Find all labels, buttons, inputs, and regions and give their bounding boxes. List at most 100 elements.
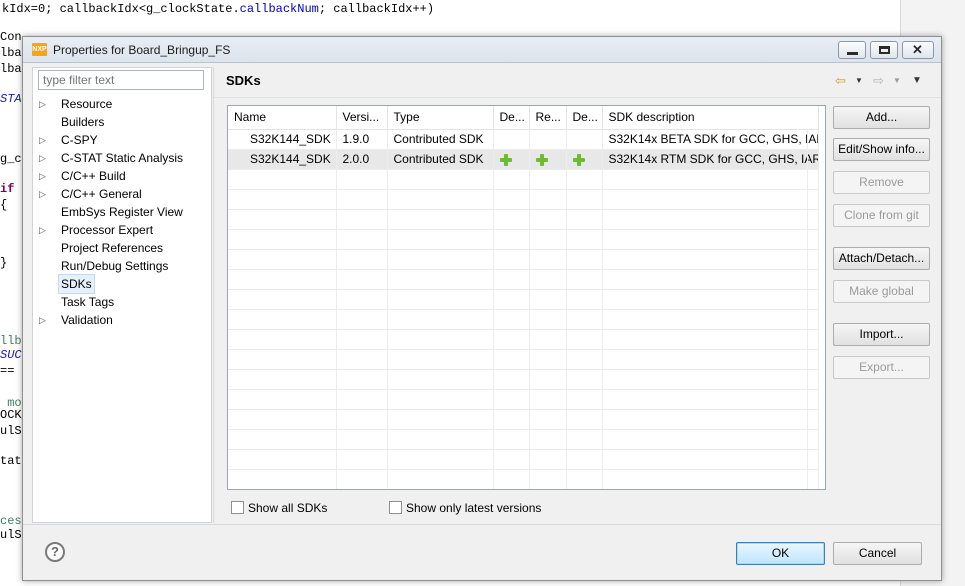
empty-cell: [529, 169, 567, 190]
column-header[interactable]: De...: [493, 106, 530, 130]
empty-cell: [387, 449, 494, 470]
back-dropdown-icon[interactable]: ▼: [855, 73, 863, 89]
empty-cell: [493, 329, 530, 350]
make-global-button[interactable]: Make global: [833, 280, 930, 303]
empty-cell: [602, 229, 819, 250]
remove-button[interactable]: Remove: [833, 171, 930, 194]
expand-arrow-icon[interactable]: ▷: [39, 95, 49, 113]
column-header[interactable]: De...: [566, 106, 603, 130]
page-title: SDKs: [226, 73, 261, 88]
tree-item-label: Resource: [61, 97, 113, 111]
maximize-button[interactable]: [870, 41, 898, 59]
empty-cell: [336, 409, 388, 430]
sdk-flag-cell: [529, 129, 567, 150]
empty-cell: [387, 169, 494, 190]
empty-cell: [602, 329, 819, 350]
empty-cell: [493, 349, 530, 370]
expand-arrow-icon[interactable]: ▷: [39, 221, 49, 239]
expand-arrow-icon[interactable]: ▷: [39, 311, 49, 329]
ok-button[interactable]: OK: [736, 542, 825, 565]
empty-cell: [602, 309, 819, 330]
sdk-type-cell: Contributed SDK: [387, 149, 494, 170]
empty-cell: [336, 369, 388, 390]
empty-cell: [387, 209, 494, 230]
empty-cell: [336, 329, 388, 350]
empty-cell: [228, 349, 337, 370]
checkbox-box[interactable]: [231, 501, 244, 514]
checkbox-box[interactable]: [389, 501, 402, 514]
close-icon: ✕: [912, 42, 923, 57]
empty-cell: [228, 289, 337, 310]
column-header[interactable]: Name: [228, 106, 337, 130]
expand-arrow-icon[interactable]: ▷: [39, 185, 49, 203]
empty-cell: [602, 249, 819, 270]
empty-cell: [387, 389, 494, 410]
expand-arrow-icon[interactable]: ▷: [39, 131, 49, 149]
empty-table-row: [228, 189, 819, 210]
sdk-name-cell: S32K144_SDK: [228, 149, 337, 170]
empty-table-row: [228, 449, 819, 470]
edit-show-info-button[interactable]: Edit/Show info...: [833, 138, 930, 161]
empty-cell: [529, 189, 567, 210]
code-field: callbackNum: [239, 2, 319, 16]
plus-icon[interactable]: [499, 153, 512, 166]
import-button[interactable]: Import...: [833, 323, 930, 346]
empty-cell: [566, 309, 603, 330]
forward-arrow-icon[interactable]: ⇨: [873, 73, 884, 89]
empty-cell: [529, 429, 567, 450]
clone-from-git-button[interactable]: Clone from git: [833, 204, 930, 227]
column-header[interactable]: SDK description: [602, 106, 819, 130]
tree-item-label: SDKs: [58, 274, 95, 294]
help-icon[interactable]: ?: [45, 542, 65, 562]
plus-icon[interactable]: [572, 153, 585, 166]
empty-cell: [228, 409, 337, 430]
minimize-icon: [847, 52, 858, 55]
column-header[interactable]: Type: [387, 106, 494, 130]
forward-dropdown-icon[interactable]: ▼: [893, 73, 901, 89]
empty-table-row: [228, 369, 819, 390]
view-menu-icon[interactable]: ▼: [912, 73, 922, 89]
table-row[interactable]: S32K144_SDK 2.0.0 Contributed SDK S32K14x R…: [228, 149, 819, 170]
empty-cell: [602, 169, 819, 190]
empty-cell: [493, 209, 530, 230]
empty-table-row: [228, 329, 819, 350]
empty-cell: [387, 289, 494, 310]
empty-cell: [387, 249, 494, 270]
column-header[interactable]: Versi...: [336, 106, 388, 130]
empty-cell: [602, 289, 819, 310]
table-row[interactable]: S32K144_SDK 1.9.0 Contributed SDK S32K14x B…: [228, 129, 819, 150]
empty-cell: [387, 229, 494, 250]
code-text: ; callbackIdx++): [318, 2, 435, 16]
export-button[interactable]: Export...: [833, 356, 930, 379]
plus-icon[interactable]: [535, 153, 548, 166]
header-separator: [214, 97, 941, 98]
attach-detach-button[interactable]: Attach/Detach...: [833, 247, 930, 270]
expand-arrow-icon[interactable]: ▷: [39, 149, 49, 167]
tree-item-label: C-STAT Static Analysis: [61, 151, 184, 165]
empty-cell: [493, 409, 530, 430]
close-button[interactable]: ✕: [902, 41, 934, 59]
tree-item-label: Processor Expert: [61, 223, 154, 237]
pane-divider[interactable]: [213, 67, 214, 523]
empty-cell: [336, 229, 388, 250]
tree-item-label: EmbSys Register View: [61, 205, 183, 219]
tree-item-label: Run/Debug Settings: [61, 259, 169, 273]
filter-input[interactable]: [38, 70, 204, 90]
dialog-title: Properties for Board_Bringup_FS: [53, 43, 231, 57]
table-body: S32K144_SDK 1.9.0 Contributed SDK S32K14x B…: [228, 129, 819, 489]
empty-cell: [529, 369, 567, 390]
page-nav: ⇦ ▼ ⇨ ▼ ▼: [835, 73, 930, 89]
empty-cell: [566, 349, 603, 370]
sdk-table[interactable]: Name Versi... Type De... Re... De... SDK descr…: [227, 105, 826, 490]
minimize-button[interactable]: [838, 41, 866, 59]
empty-cell: [529, 289, 567, 310]
back-arrow-icon[interactable]: ⇦: [835, 73, 846, 89]
empty-cell: [387, 469, 494, 489]
checkbox-label: Show only latest versions: [406, 501, 542, 515]
empty-cell: [493, 469, 530, 489]
cancel-button[interactable]: Cancel: [833, 542, 922, 565]
empty-cell: [493, 189, 530, 210]
column-header[interactable]: Re...: [529, 106, 567, 130]
add-button[interactable]: Add...: [833, 106, 930, 129]
expand-arrow-icon[interactable]: ▷: [39, 167, 49, 185]
